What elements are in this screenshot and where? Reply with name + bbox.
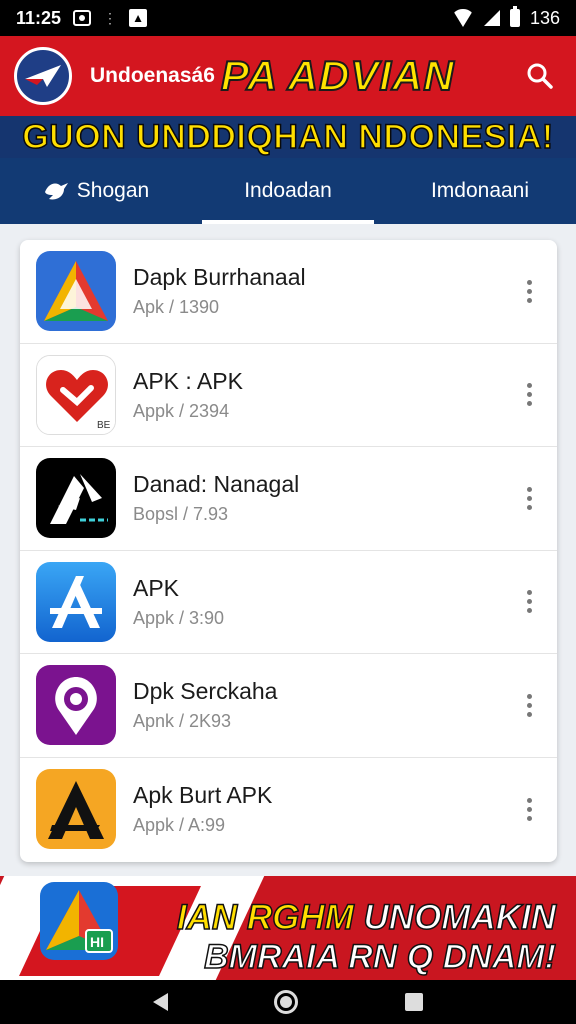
tab-indoadan[interactable]: Indoadan — [192, 158, 384, 224]
more-options-button[interactable] — [517, 582, 541, 622]
tab-label: Shogan — [76, 179, 150, 202]
system-nav-bar — [0, 980, 576, 1024]
tab-label: Indoadan — [244, 179, 332, 202]
more-options-button[interactable] — [517, 271, 541, 311]
more-options-button[interactable] — [517, 685, 541, 725]
list-item[interactable]: Dpk Serckaha Apnk / 2K93 — [20, 654, 557, 758]
triangle-app-icon — [36, 251, 116, 332]
heart-app-icon: BE — [36, 354, 116, 435]
app-subtitle: Appk / 3:90 — [133, 607, 225, 628]
app-subtitle: Bopsl / 7.93 — [133, 504, 229, 525]
back-icon[interactable] — [153, 993, 169, 1011]
navigation-notification-icon: ▲ — [129, 9, 148, 27]
app-title: APK — [133, 574, 180, 601]
battery-icon — [509, 6, 520, 27]
app-subtitle: Appk / A:99 — [133, 815, 226, 836]
search-icon — [527, 63, 553, 89]
list-item[interactable]: Dapk Burrhanaal Apk / 1390 — [20, 240, 557, 344]
vibrate-icon: ⋮ — [103, 9, 118, 26]
app-subtitle: Apk / 1390 — [133, 297, 220, 318]
wifi-icon — [451, 9, 474, 27]
app-title: Dapk Burrhanaal — [133, 264, 306, 291]
promo-line-2: BMRAIA RN Q DNAM! — [203, 937, 556, 977]
promo-line-1-text: UNOMAKIN — [363, 897, 557, 938]
app-title: Apk Burt APK — [133, 782, 273, 809]
search-button[interactable] — [518, 54, 562, 98]
app-subtitle: Appk / 2394 — [133, 400, 230, 421]
arrows-app-icon — [36, 458, 116, 539]
promo-line-1: IAN RGHM UNOMAKIN — [176, 897, 557, 938]
status-bar: 11:25 ⋮ ▲ 136 — [0, 0, 576, 36]
tab-shogan[interactable]: Shogan — [0, 158, 192, 224]
promo-highlight: IAN RGHM — [176, 897, 354, 938]
promo-banner[interactable]: HI IAN RGHM UNOMAKIN BMRAIA RN Q DNAM! — [0, 876, 576, 980]
headline-banner: GUON UNDDIQHAN NDONESIA! — [0, 116, 576, 158]
store-app-icon — [36, 561, 116, 642]
banner-text: GUON UNDDIQHAN NDONESIA! — [22, 117, 554, 157]
letter-a-app-icon — [36, 769, 116, 850]
bird-icon — [44, 183, 68, 200]
svg-text:BE: BE — [97, 420, 111, 431]
list-item[interactable]: Apk Burt APK Appk / A:99 — [20, 758, 557, 862]
app-title: APK : APK — [133, 367, 243, 394]
app-name: Undoenasá6 — [90, 64, 215, 87]
promo-app-icon: HI — [36, 878, 122, 964]
app-title: Dpk Serckaha — [133, 678, 278, 705]
list-item[interactable]: APK Appk / 3:90 — [20, 551, 557, 654]
app-list: Dapk Burrhanaal Apk / 1390 BE APK : APK … — [20, 240, 557, 862]
app-headline: PA ADVIAN — [220, 51, 455, 100]
tab-label: Imdonaani — [430, 179, 530, 202]
list-item[interactable]: BE APK : APK Appk / 2394 — [20, 344, 557, 447]
more-options-button[interactable] — [517, 478, 541, 518]
app-logo[interactable] — [14, 47, 72, 105]
svg-text:HI: HI — [90, 934, 104, 950]
tab-bar: Shogan Indoadan Imdonaani — [0, 158, 576, 224]
battery-level: 136 — [529, 7, 560, 28]
tab-imdonaani[interactable]: Imdonaani — [384, 158, 576, 224]
list-item[interactable]: Danad: Nanagal Bopsl / 7.93 — [20, 447, 557, 551]
app-subtitle: Apnk / 2K93 — [133, 711, 232, 732]
notification-icon — [73, 10, 92, 26]
app-bar: Undoenasá6 PA ADVIAN — [0, 36, 576, 116]
recent-apps-icon[interactable] — [404, 993, 423, 1011]
home-icon[interactable] — [274, 990, 299, 1014]
more-options-button[interactable] — [517, 789, 541, 829]
status-time: 11:25 — [16, 7, 62, 28]
location-pin-app-icon — [36, 665, 116, 746]
app-title: Danad: Nanagal — [133, 471, 300, 498]
more-options-button[interactable] — [517, 375, 541, 415]
signal-icon — [483, 10, 500, 26]
plane-icon — [25, 65, 61, 87]
